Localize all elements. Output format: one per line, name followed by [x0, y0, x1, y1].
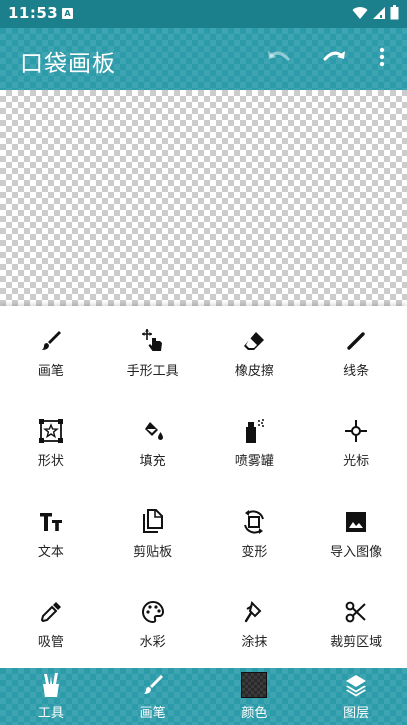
app-bar: 口袋画板 — [0, 28, 407, 90]
tool-transform[interactable]: 变形 — [204, 487, 306, 578]
tool-label: 吸管 — [37, 635, 64, 651]
drawing-canvas[interactable] — [0, 90, 407, 306]
tool-clipboard[interactable]: 剪贴板 — [102, 487, 204, 578]
nav-label: 画笔 — [139, 706, 166, 721]
tool-line[interactable]: 线条 — [305, 306, 407, 397]
tool-cursor[interactable]: 光标 — [305, 397, 407, 488]
more-options-button[interactable] — [367, 44, 397, 74]
brush-icon — [139, 671, 167, 699]
shape-icon — [38, 418, 64, 444]
notification-badge: A — [62, 8, 73, 19]
undo-icon — [266, 47, 292, 71]
tool-label: 变形 — [241, 544, 268, 560]
tool-fill[interactable]: 填充 — [102, 397, 204, 488]
signal-icon — [372, 5, 386, 24]
tool-crop-region[interactable]: 裁剪区域 — [305, 578, 407, 669]
redo-button[interactable] — [319, 44, 349, 74]
tool-label: 手形工具 — [126, 363, 179, 379]
eraser-icon — [241, 328, 267, 354]
redo-icon — [321, 47, 347, 71]
nav-brush[interactable]: 画笔 — [102, 668, 204, 725]
tool-label: 剪贴板 — [133, 544, 173, 560]
image-icon — [343, 509, 369, 535]
palette-icon — [140, 599, 166, 625]
tool-label: 填充 — [139, 454, 166, 470]
current-color-swatch — [241, 672, 268, 698]
nav-label: 工具 — [37, 706, 64, 721]
tool-label: 导入图像 — [330, 544, 383, 560]
fill-bucket-icon — [140, 418, 166, 444]
brush-icon — [38, 328, 64, 354]
tool-label: 形状 — [37, 454, 64, 470]
tool-import-image[interactable]: 导入图像 — [305, 487, 407, 578]
status-time: 11:53 — [8, 4, 59, 22]
tool-label: 水彩 — [139, 635, 166, 651]
smudge-icon — [241, 599, 267, 625]
tool-label: 画笔 — [37, 363, 64, 379]
more-vert-icon — [379, 47, 385, 71]
tool-hand[interactable]: 手形工具 — [102, 306, 204, 397]
tool-label: 裁剪区域 — [330, 635, 383, 651]
tools-icon — [37, 671, 65, 699]
tool-eraser[interactable]: 橡皮擦 — [204, 306, 306, 397]
tool-label: 光标 — [343, 454, 370, 470]
status-bar: 11:53 A — [0, 0, 407, 28]
eyedropper-icon — [38, 599, 64, 625]
bottom-nav: 工具 画笔 颜色 图层 — [0, 668, 407, 725]
tool-spray[interactable]: 喷雾罐 — [204, 397, 306, 488]
scissors-icon — [343, 599, 369, 625]
nav-color[interactable]: 颜色 — [204, 668, 306, 725]
undo-button[interactable] — [264, 44, 294, 74]
clipboard-icon — [140, 508, 166, 535]
battery-icon — [390, 4, 399, 24]
tool-smudge[interactable]: 涂抹 — [204, 578, 306, 669]
tool-label: 喷雾罐 — [234, 454, 274, 470]
transform-icon — [241, 509, 267, 535]
color-swatch — [240, 671, 268, 699]
tool-text[interactable]: 文本 — [0, 487, 102, 578]
tool-watercolor[interactable]: 水彩 — [102, 578, 204, 669]
tool-eyedropper[interactable]: 吸管 — [0, 578, 102, 669]
tool-label: 橡皮擦 — [234, 363, 274, 379]
wifi-icon — [352, 5, 368, 24]
status-icons — [352, 4, 399, 24]
text-icon — [38, 509, 64, 535]
cursor-icon — [343, 418, 369, 444]
nav-tools[interactable]: 工具 — [0, 668, 102, 725]
nav-label: 颜色 — [241, 706, 268, 721]
nav-layers[interactable]: 图层 — [305, 668, 407, 725]
line-icon — [343, 328, 369, 354]
tool-brush[interactable]: 画笔 — [0, 306, 102, 397]
spray-can-icon — [241, 418, 267, 444]
tool-label: 线条 — [343, 363, 370, 379]
tool-label: 涂抹 — [241, 635, 268, 651]
app-title: 口袋画板 — [20, 51, 116, 77]
tool-shape[interactable]: 形状 — [0, 397, 102, 488]
nav-label: 图层 — [343, 706, 370, 721]
tools-panel: 画笔 手形工具 橡皮擦 线条 形状 填充 喷雾罐 光标 文本 剪贴板 变形 导入… — [0, 306, 407, 668]
tool-label: 文本 — [37, 544, 64, 560]
layers-icon — [342, 671, 370, 699]
hand-move-icon — [140, 328, 166, 354]
